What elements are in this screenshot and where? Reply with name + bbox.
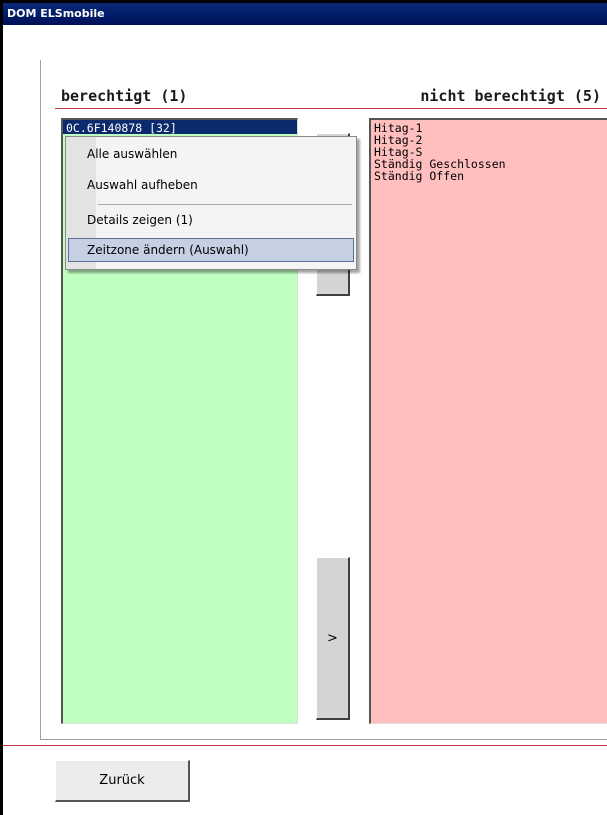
not-authorized-heading: nicht berechtigt (5): [420, 87, 601, 105]
window-title: DOM ELSmobile: [7, 7, 105, 20]
menu-item-clear-selection[interactable]: Auswahl aufheben: [68, 173, 354, 197]
move-right-button[interactable]: >: [316, 557, 350, 720]
authorized-heading: berechtigt (1): [61, 87, 188, 105]
menu-item-change-timezone[interactable]: Zeitzone ändern (Auswahl): [68, 238, 354, 262]
window-title-bar: DOM ELSmobile: [3, 3, 607, 25]
not-authorized-list[interactable]: Hitag-1 Hitag-2 Hitag-S Ständig Geschlos…: [369, 118, 607, 724]
menu-item-show-details[interactable]: Details zeigen (1): [68, 208, 354, 232]
list-item[interactable]: Ständig Offen: [374, 170, 604, 182]
list-item[interactable]: 0C.6F140878 [32]: [63, 120, 297, 134]
footer-divider: [3, 745, 607, 746]
menu-separator: [98, 204, 352, 205]
heading-divider: [55, 108, 607, 109]
context-menu: Alle auswählen Auswahl aufheben Details …: [65, 136, 357, 270]
menu-item-select-all[interactable]: Alle auswählen: [68, 142, 354, 166]
back-button[interactable]: Zurück: [55, 760, 190, 802]
